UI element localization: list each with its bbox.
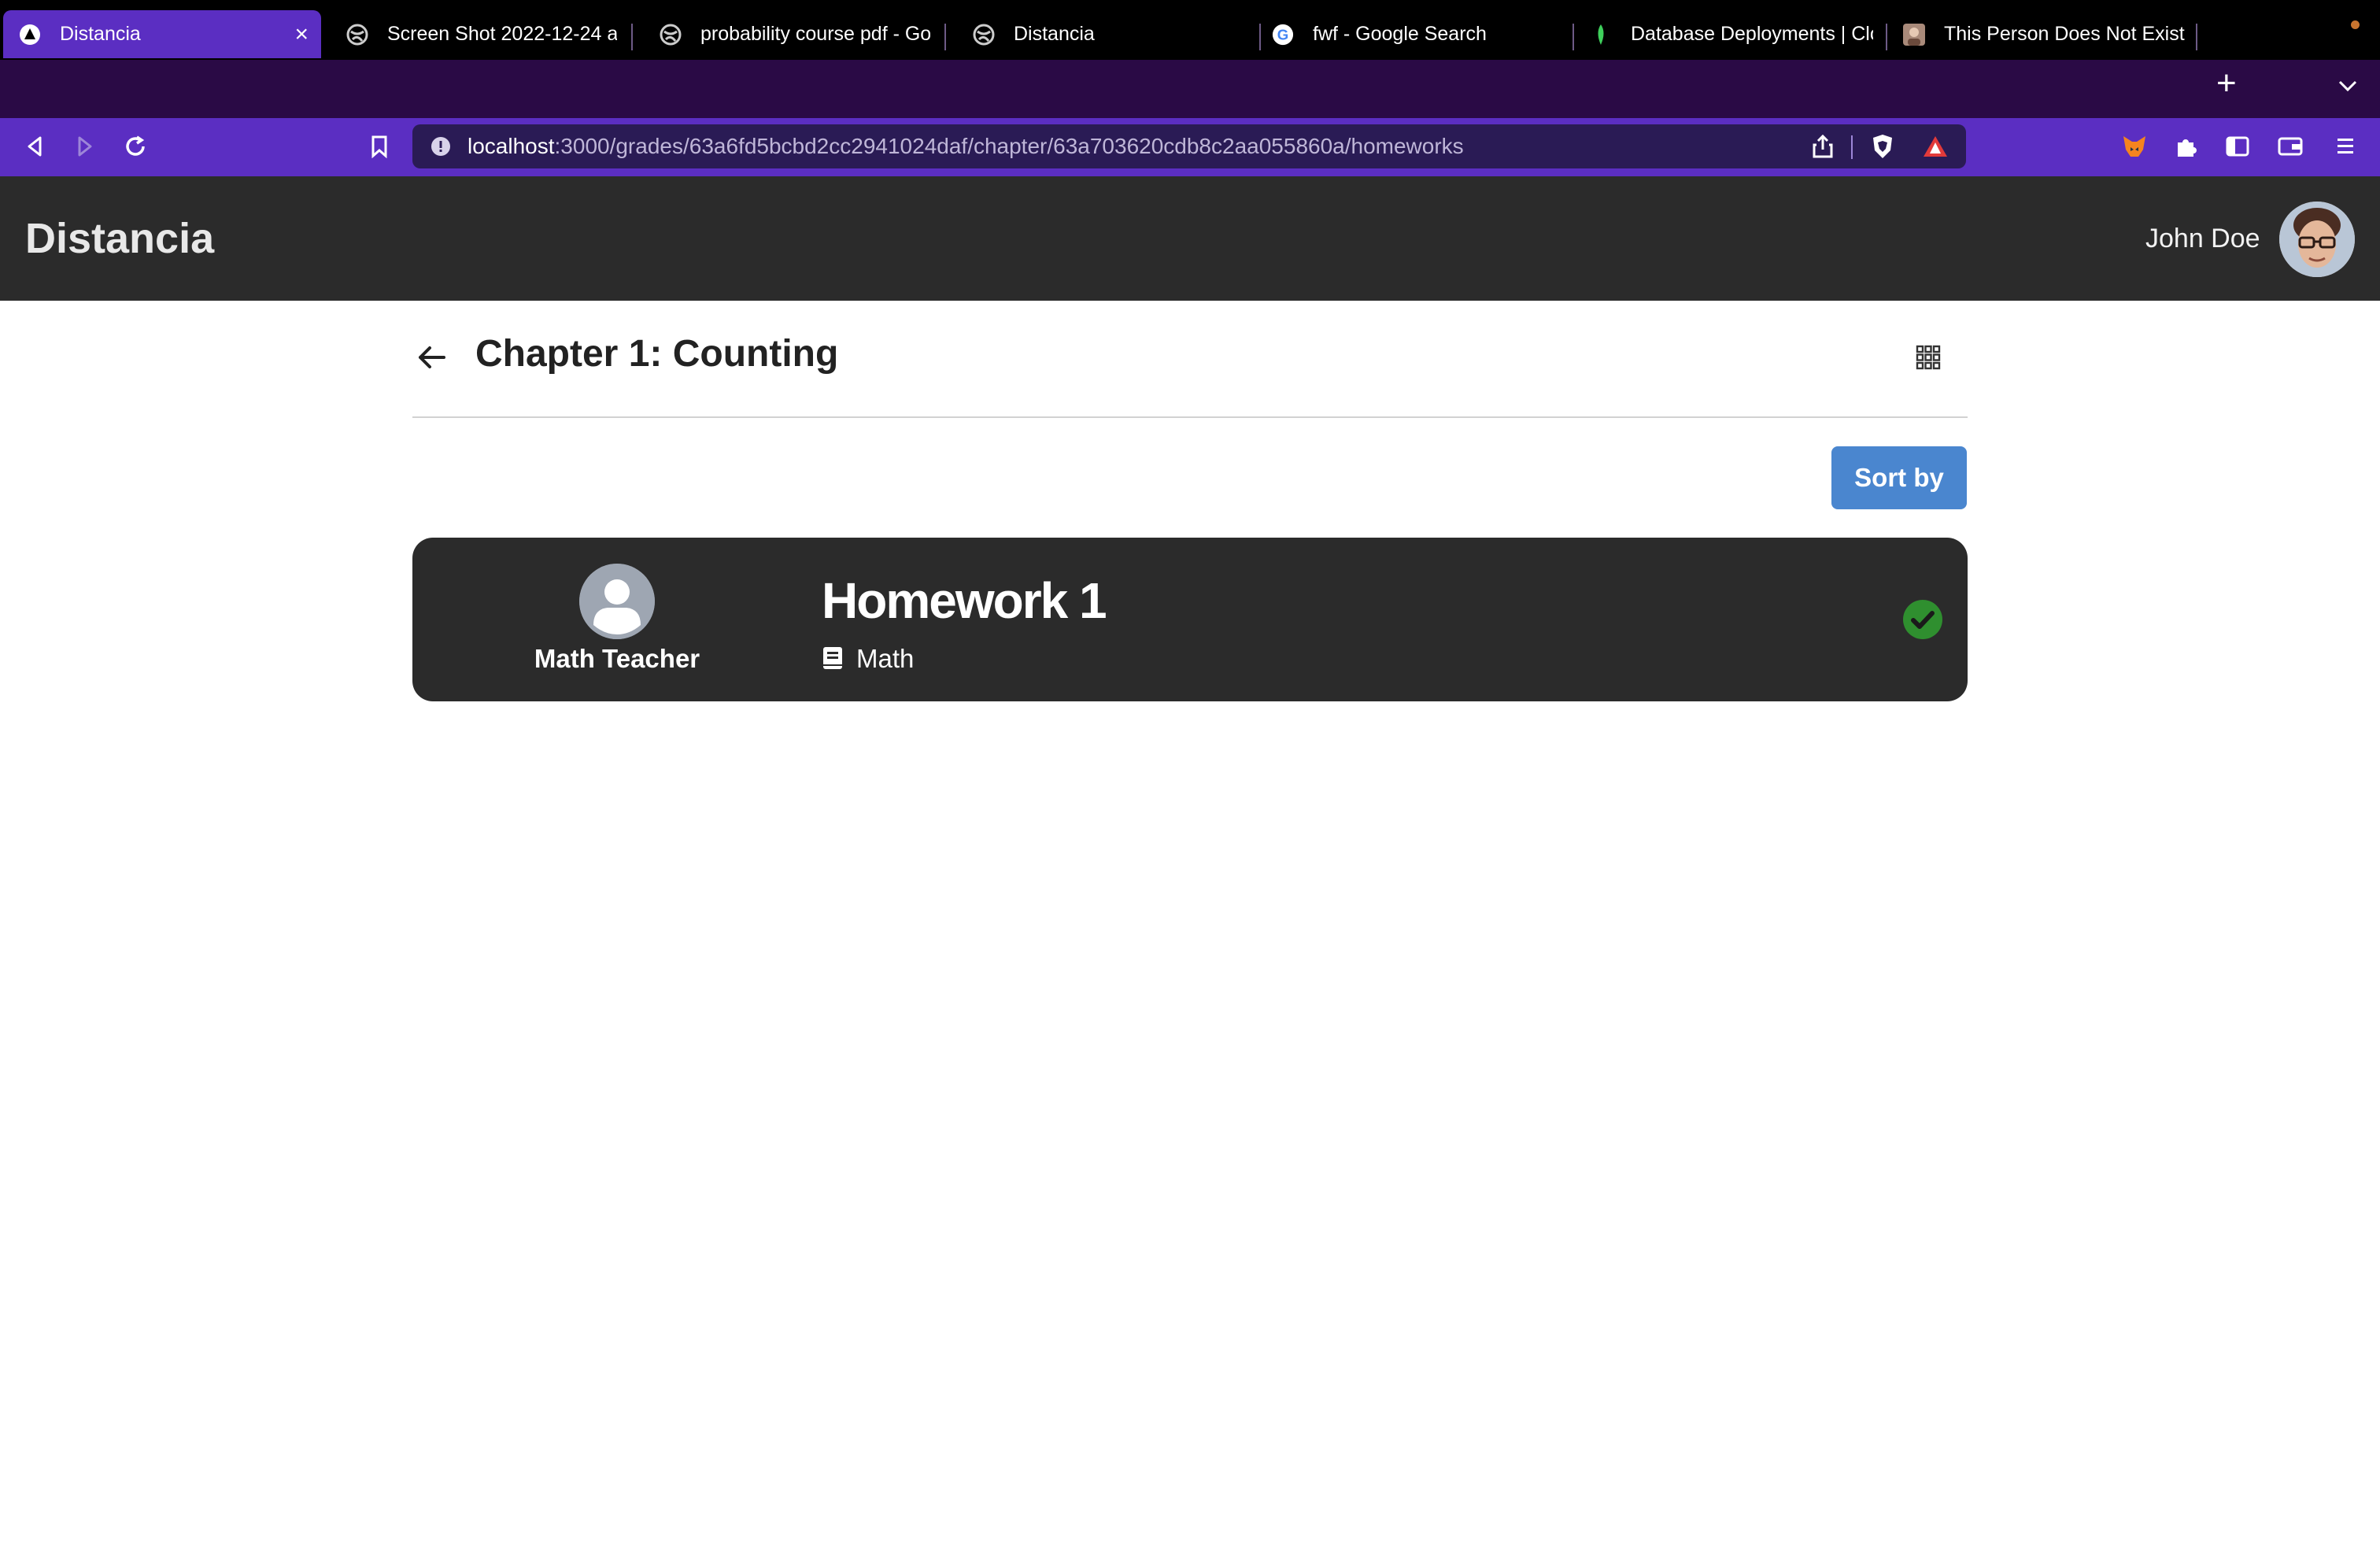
book-icon: [822, 645, 844, 671]
person-photo-icon: [1903, 23, 1925, 46]
globe-icon: [346, 24, 368, 46]
tab-separator: [2196, 24, 2197, 50]
toolbar-separator: [1851, 135, 1853, 159]
tab-google-search[interactable]: G fwf - Google Search: [1256, 10, 1571, 58]
completed-check-icon: [1903, 600, 1942, 639]
close-tab-icon[interactable]: ×: [294, 21, 309, 48]
sidebar-toggle-icon[interactable]: [2226, 135, 2249, 157]
tab-distancia[interactable]: Distancia: [957, 10, 1256, 58]
recording-indicator-icon: [2351, 20, 2360, 29]
tab-distancia-active[interactable]: Distancia ×: [3, 10, 321, 58]
page-title: Chapter 1: Counting: [475, 333, 839, 375]
tab-person-does-not-exist[interactable]: This Person Does Not Exist: [1887, 10, 2199, 58]
tab-separator: [944, 24, 946, 50]
site-info-icon[interactable]: [430, 135, 452, 157]
url-host: localhost: [468, 134, 555, 158]
app-header: [0, 176, 2380, 301]
new-tab-button[interactable]: +: [2216, 66, 2237, 101]
user-avatar[interactable]: [2279, 202, 2355, 277]
bookmark-icon[interactable]: [365, 132, 394, 161]
back-icon[interactable]: [20, 132, 49, 161]
tab-label: Database Deployments | Clo: [1631, 23, 1873, 45]
url-text[interactable]: localhost:3000/grades/63a6fd5bcbd2cc2941…: [468, 134, 1464, 159]
tab-probability[interactable]: probability course pdf - Goo: [644, 10, 943, 58]
globe-icon: [660, 24, 682, 46]
brave-shields-icon[interactable]: [1868, 132, 1897, 161]
tab-label: Distancia: [60, 23, 141, 45]
teacher-name: Math Teacher: [534, 644, 700, 673]
url-path: :3000/grades/63a6fd5bcbd2cc2941024daf/ch…: [554, 134, 1464, 158]
tab-list-chevron-icon[interactable]: [2338, 79, 2358, 97]
share-icon[interactable]: [1810, 134, 1835, 159]
globe-icon: [973, 24, 995, 46]
tab-separator: [631, 24, 633, 50]
tab-label: Distancia: [1014, 23, 1095, 45]
extensions-puzzle-icon[interactable]: [2174, 134, 2199, 159]
tab-strip: [0, 60, 2380, 118]
teacher-avatar-icon: [579, 564, 655, 639]
tab-label: probability course pdf - Goo: [700, 23, 930, 45]
svg-text:G: G: [1277, 26, 1289, 43]
mongodb-leaf-icon: [1590, 24, 1612, 46]
forward-icon[interactable]: [71, 132, 99, 161]
reload-icon[interactable]: [121, 132, 150, 161]
brave-rewards-icon[interactable]: [1922, 134, 1949, 159]
homework-title[interactable]: Homework 1: [822, 571, 1107, 630]
metamask-fox-icon[interactable]: [2120, 132, 2149, 161]
tab-label: Screen Shot 2022-12-24 at 4: [387, 23, 617, 45]
browser-menu-icon[interactable]: [2334, 135, 2356, 157]
distancia-logo-icon: [19, 24, 41, 46]
title-divider: [412, 416, 1968, 418]
wallet-icon[interactable]: [2278, 135, 2303, 157]
google-icon: G: [1272, 24, 1294, 46]
tab-screenshot[interactable]: Screen Shot 2022-12-24 at 4: [331, 10, 630, 58]
user-name[interactable]: John Doe: [2145, 224, 2260, 254]
grid-view-icon[interactable]: [1916, 345, 1941, 370]
sort-by-button[interactable]: Sort by: [1831, 446, 1967, 509]
tab-label: This Person Does Not Exist: [1944, 23, 2185, 45]
tab-database-deployments[interactable]: Database Deployments | Clo: [1574, 10, 1886, 58]
tab-label: fwf - Google Search: [1313, 23, 1487, 45]
back-arrow-icon[interactable]: [412, 342, 452, 373]
app-brand-logo[interactable]: Distancia: [25, 214, 214, 263]
homework-subject: Math: [856, 644, 915, 673]
